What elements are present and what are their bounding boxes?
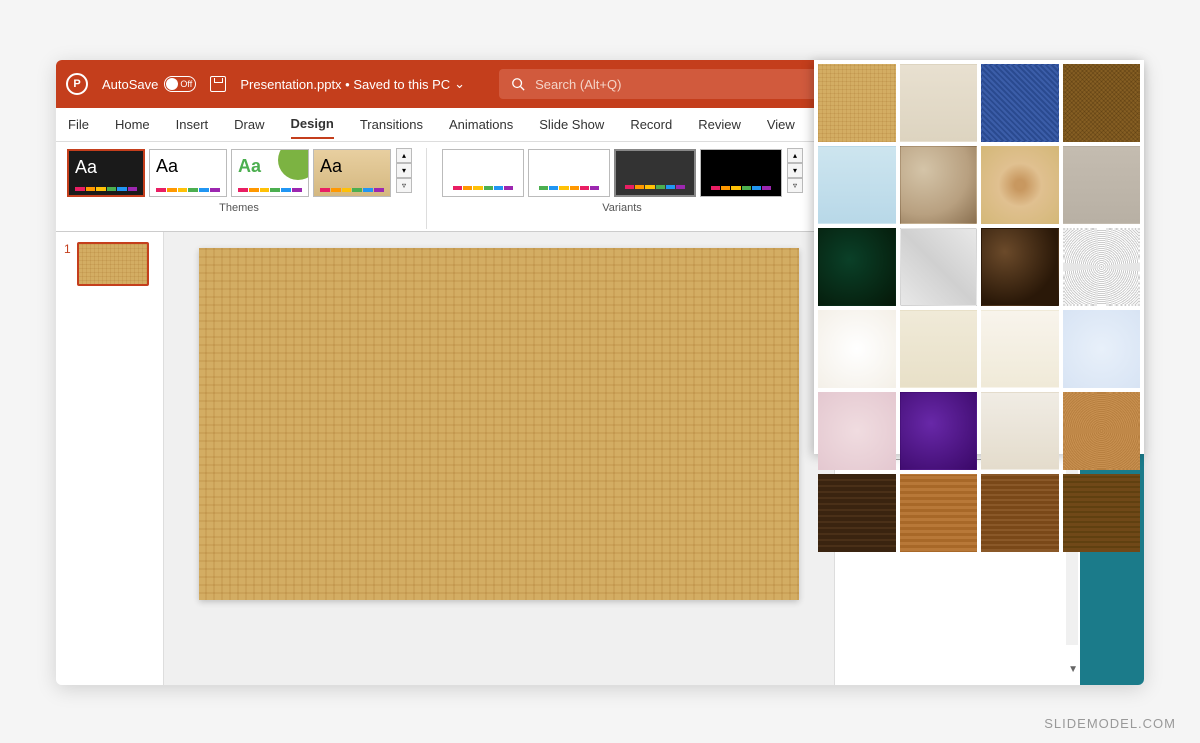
variant-thumb[interactable]: [614, 149, 696, 197]
variant-thumb[interactable]: [700, 149, 782, 197]
autosave-toggle[interactable]: AutoSave Off: [102, 76, 196, 92]
texture-swatch[interactable]: [818, 474, 896, 552]
powerpoint-icon: P: [66, 73, 88, 95]
tab-animations[interactable]: Animations: [449, 111, 513, 138]
texture-swatch[interactable]: [1063, 310, 1141, 388]
tab-transitions[interactable]: Transitions: [360, 111, 423, 138]
texture-swatch[interactable]: [818, 392, 896, 470]
texture-swatch[interactable]: [900, 64, 978, 142]
texture-swatch[interactable]: [1063, 146, 1141, 224]
texture-swatch[interactable]: [818, 310, 896, 388]
variants-gallery[interactable]: [441, 148, 783, 198]
slide-number: 1: [64, 242, 71, 286]
tab-file[interactable]: File: [68, 111, 89, 138]
slide-canvas-area: [164, 232, 834, 685]
texture-swatch[interactable]: [1063, 228, 1141, 306]
tab-insert[interactable]: Insert: [176, 111, 209, 138]
texture-swatch[interactable]: [900, 392, 978, 470]
variants-group-label: Variants: [602, 202, 642, 214]
variants-scroll[interactable]: ▴▾▿: [787, 148, 803, 198]
themes-gallery[interactable]: Aa Aa Aa Aa: [66, 148, 392, 198]
slide-canvas[interactable]: [199, 248, 799, 600]
tab-home[interactable]: Home: [115, 111, 150, 138]
texture-swatch[interactable]: [1063, 392, 1141, 470]
texture-gallery-popup: [814, 60, 1144, 454]
themes-scroll[interactable]: ▴▾▿: [396, 148, 412, 198]
themes-group-label: Themes: [219, 202, 259, 214]
theme-thumb[interactable]: Aa: [67, 149, 145, 197]
theme-thumb[interactable]: Aa: [313, 149, 391, 197]
tab-design[interactable]: Design: [291, 110, 334, 139]
expand-icon[interactable]: ▼: [1068, 664, 1078, 675]
toggle-switch[interactable]: Off: [164, 76, 196, 92]
texture-swatch[interactable]: [981, 392, 1059, 470]
texture-swatch[interactable]: [1063, 64, 1141, 142]
slide-thumbnails-panel: 1: [56, 232, 164, 685]
themes-group: Aa Aa Aa Aa ▴▾▿ Themes: [66, 148, 412, 229]
texture-swatch[interactable]: [981, 64, 1059, 142]
watermark: SLIDEMODEL.COM: [1044, 716, 1176, 731]
chevron-down-icon: ⌄: [454, 76, 465, 92]
texture-swatch[interactable]: [818, 228, 896, 306]
save-icon[interactable]: [210, 76, 226, 92]
texture-swatch[interactable]: [818, 64, 896, 142]
search-icon: [511, 77, 525, 91]
texture-swatch[interactable]: [900, 310, 978, 388]
slide-thumb-item[interactable]: 1: [64, 242, 155, 286]
tab-slide-show[interactable]: Slide Show: [539, 111, 604, 138]
texture-swatch[interactable]: [981, 310, 1059, 388]
texture-swatch[interactable]: [900, 228, 978, 306]
variants-group: ▴▾▿ Variants: [441, 148, 803, 229]
texture-swatch[interactable]: [981, 228, 1059, 306]
texture-swatch[interactable]: [1063, 474, 1141, 552]
texture-swatch[interactable]: [900, 146, 978, 224]
slide-thumbnail[interactable]: [77, 242, 149, 286]
autosave-label: AutoSave: [102, 77, 158, 92]
texture-swatch[interactable]: [818, 146, 896, 224]
tab-review[interactable]: Review: [698, 111, 741, 138]
tab-view[interactable]: View: [767, 111, 795, 138]
tab-record[interactable]: Record: [630, 111, 672, 138]
texture-swatch[interactable]: [900, 474, 978, 552]
document-title[interactable]: Presentation.pptx • Saved to this PC ⌄: [240, 76, 465, 92]
variant-thumb[interactable]: [442, 149, 524, 197]
theme-thumb[interactable]: Aa: [231, 149, 309, 197]
texture-swatch[interactable]: [981, 474, 1059, 552]
texture-swatch[interactable]: [981, 146, 1059, 224]
variant-thumb[interactable]: [528, 149, 610, 197]
theme-thumb[interactable]: Aa: [149, 149, 227, 197]
tab-draw[interactable]: Draw: [234, 111, 264, 138]
